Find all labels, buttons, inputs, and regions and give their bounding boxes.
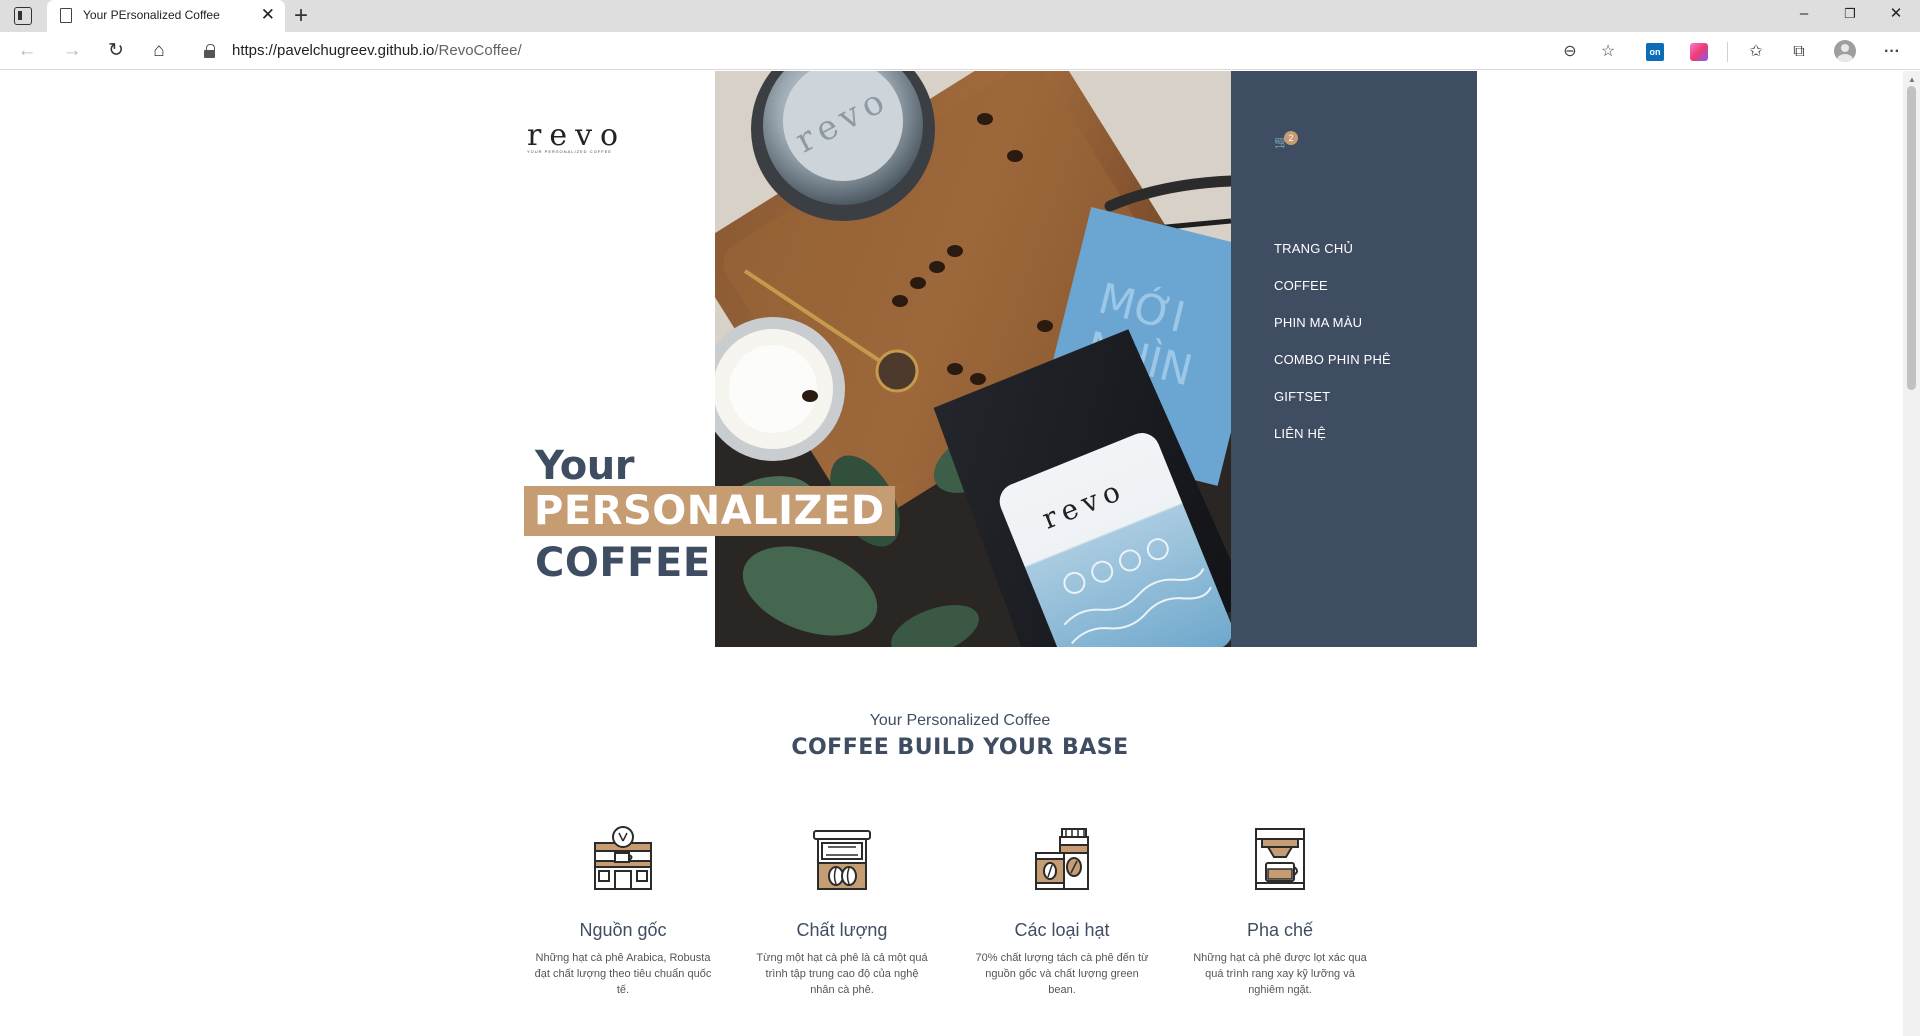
close-tab-icon[interactable]: ✕ bbox=[261, 5, 275, 25]
feature-origin: Nguồn gốc Những hạt cà phê Arabica, Robu… bbox=[533, 825, 713, 998]
tab-actions-icon[interactable] bbox=[14, 7, 32, 25]
coffee-machine-icon bbox=[1255, 828, 1305, 890]
section-subtitle: Your Personalized Coffee bbox=[869, 712, 1051, 729]
feature-brewing: Pha chế Những hạt cà phê được lọt xác qu… bbox=[1190, 825, 1370, 998]
feature-title: Nguồn gốc bbox=[579, 920, 667, 940]
menu-item-combo[interactable]: COMBO PHIN PHÊ bbox=[1274, 352, 1391, 389]
profile-avatar[interactable] bbox=[1834, 40, 1856, 62]
coffee-jars-icon bbox=[1035, 828, 1089, 890]
restore-icon[interactable]: ❐ bbox=[1839, 4, 1861, 24]
feature-description: 70% chất lượng tách cà phê đến từ nguồn … bbox=[975, 952, 1149, 996]
url-host: https://pavelchugreev.github.io bbox=[232, 42, 435, 59]
feature-quality: Chất lượng Từng một hạt cà phê là cả một… bbox=[752, 825, 932, 998]
feature-beans: Các loại hạt 70% chất lượng tách cà phê … bbox=[972, 825, 1152, 998]
scroll-thumb[interactable] bbox=[1907, 86, 1916, 390]
main-menu: TRANG CHỦ COFFEE PHIN MA MÀU COMBO PHIN … bbox=[1274, 241, 1391, 463]
feature-description: Những hạt cà phê được lọt xác qua quá tr… bbox=[1193, 952, 1367, 996]
browser-tab-bar: Your PErsonalized Coffee ✕ + – ❐ ✕ bbox=[0, 0, 1920, 32]
menu-item-giftset[interactable]: GIFTSET bbox=[1274, 389, 1391, 426]
favorites-icon[interactable]: ✩ bbox=[1745, 41, 1767, 63]
minimize-icon[interactable]: – bbox=[1793, 4, 1815, 24]
address-bar[interactable]: https://pavelchugreev.github.io/RevoCoff… bbox=[232, 42, 522, 59]
feature-title: Các loại hạt bbox=[1014, 920, 1110, 940]
feature-title: Chất lượng bbox=[796, 920, 888, 940]
site-logo[interactable]: revo YOUR PERSONALIZED COFFEE bbox=[527, 118, 627, 155]
back-icon[interactable]: ← bbox=[14, 38, 40, 64]
menu-item-coffee[interactable]: COFFEE bbox=[1274, 278, 1391, 315]
extension-gradient-icon[interactable] bbox=[1690, 43, 1708, 61]
headline-line-your: Your bbox=[535, 443, 634, 489]
logo-tagline: YOUR PERSONALIZED COFFEE bbox=[527, 149, 612, 154]
lock-icon[interactable] bbox=[204, 44, 215, 58]
page-viewport: revo YOUR PERSONALIZED COFFEE revo MỚI r… bbox=[0, 71, 1920, 1036]
new-tab-button[interactable]: + bbox=[294, 2, 308, 30]
extension-icon[interactable]: on bbox=[1646, 43, 1664, 61]
page-icon bbox=[60, 8, 72, 23]
logo-wordmark: revo bbox=[527, 118, 627, 153]
browser-toolbar: ← → ↻ ⌂ https://pavelchugreev.github.io/… bbox=[0, 32, 1920, 70]
toolbar-divider bbox=[1727, 42, 1728, 62]
collections-icon[interactable]: ⧉ bbox=[1788, 41, 1810, 63]
home-icon[interactable]: ⌂ bbox=[146, 38, 172, 64]
feature-description: Từng một hạt cà phê là cả một quá trình … bbox=[756, 952, 928, 996]
side-menu-panel: 🛒 2 TRANG CHỦ COFFEE PHIN MA MÀU COMBO P… bbox=[1231, 71, 1477, 647]
section-title: COFFEE BUILD YOUR BASE bbox=[791, 735, 1129, 760]
menu-item-phin[interactable]: PHIN MA MÀU bbox=[1274, 315, 1391, 352]
hero-coffee-scene: revo MỚI revo bbox=[715, 71, 1231, 647]
menu-item-home[interactable]: TRANG CHỦ bbox=[1274, 241, 1391, 278]
menu-item-contact[interactable]: LIÊN HỆ bbox=[1274, 426, 1391, 463]
scroll-up-icon[interactable]: ▲ bbox=[1908, 75, 1916, 84]
coffee-roaster-icon bbox=[813, 830, 871, 890]
close-window-icon[interactable]: ✕ bbox=[1885, 4, 1907, 24]
feature-title: Pha chế bbox=[1246, 920, 1314, 940]
browser-tab[interactable]: Your PErsonalized Coffee ✕ bbox=[47, 0, 285, 32]
headline-line-coffee: COFFEE bbox=[535, 540, 711, 586]
tab-title: Your PErsonalized Coffee bbox=[83, 8, 220, 22]
hero-image: revo MỚI revo bbox=[715, 71, 1231, 647]
more-options-icon[interactable]: ··· bbox=[1881, 41, 1903, 63]
url-path: /RevoCoffee/ bbox=[434, 42, 522, 59]
cart-button[interactable]: 🛒 2 bbox=[1274, 131, 1300, 153]
forward-icon[interactable]: → bbox=[59, 38, 85, 64]
add-favorite-icon[interactable]: ☆ bbox=[1597, 41, 1619, 63]
coffee-shop-icon bbox=[594, 826, 652, 890]
refresh-icon[interactable]: ↻ bbox=[103, 38, 129, 64]
cart-count-badge: 2 bbox=[1284, 131, 1298, 145]
headline-line-personalized: PERSONALIZED bbox=[524, 486, 895, 536]
feature-description: Những hạt cà phê Arabica, Robusta đạt ch… bbox=[534, 952, 712, 996]
page-scrollbar[interactable]: ▲ bbox=[1903, 71, 1920, 1036]
zoom-icon[interactable]: ⊖ bbox=[1559, 41, 1581, 63]
